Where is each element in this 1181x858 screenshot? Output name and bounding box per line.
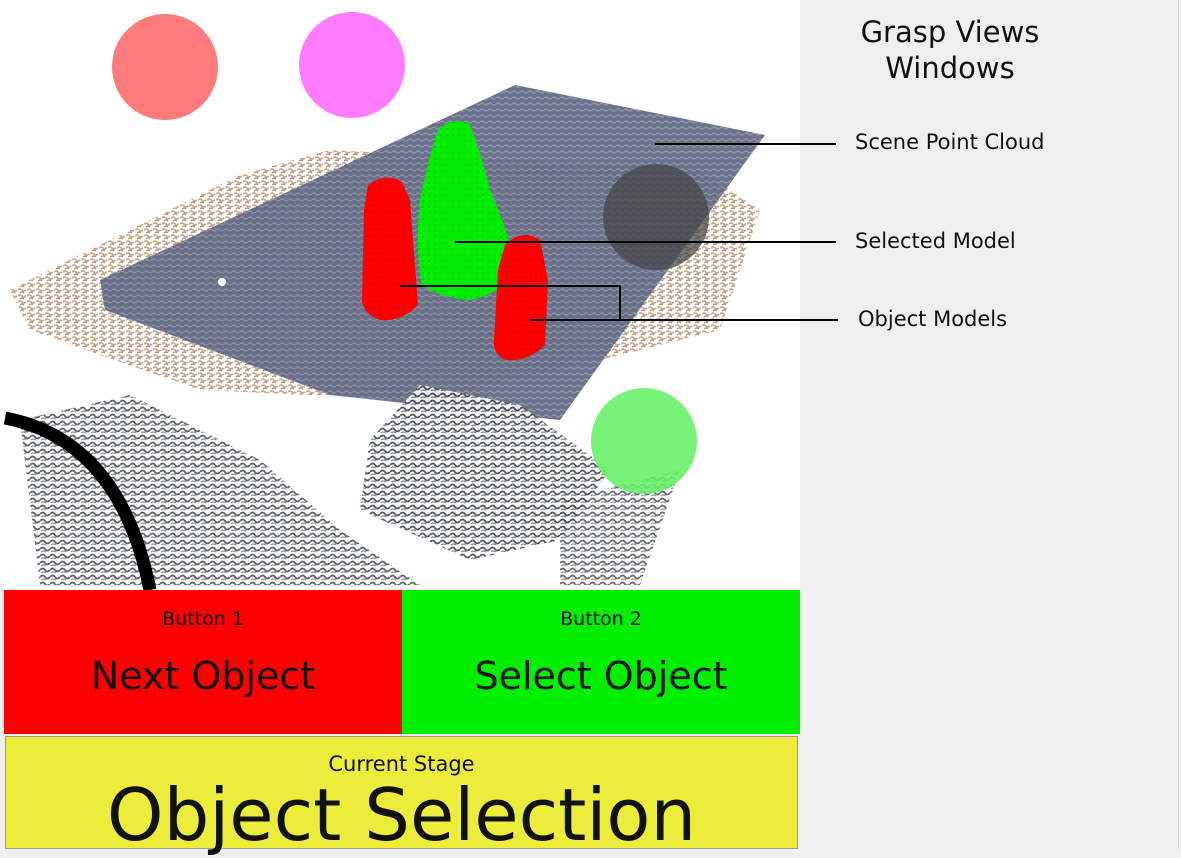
select-object-label: Select Object (474, 654, 728, 698)
button-1-caption: Button 1 (162, 608, 244, 630)
next-object-button[interactable]: Button 1 Next Object (4, 590, 402, 734)
lower-point-cloud (20, 395, 420, 585)
dark-indicator-circle (603, 164, 709, 270)
magenta-indicator-circle (299, 12, 405, 118)
scene-viewport[interactable] (0, 0, 800, 590)
red-indicator-circle (112, 14, 218, 120)
button-2-caption: Button 2 (560, 608, 642, 630)
current-stage-panel: Current Stage Object Selection (5, 736, 798, 857)
grasp-views-title: Grasp Views Windows (860, 15, 1040, 85)
green-indicator-circle (591, 388, 697, 494)
label-object-models: Object Models (858, 307, 1008, 331)
label-selected-model: Selected Model (855, 229, 1016, 253)
next-object-label: Next Object (90, 654, 316, 698)
white-marker (218, 278, 226, 286)
label-scene-point-cloud: Scene Point Cloud (855, 130, 1045, 154)
current-stage-value: Object Selection (106, 773, 697, 857)
select-object-button[interactable]: Button 2 Select Object (402, 590, 800, 734)
grasp-views-panel (800, 0, 1179, 849)
